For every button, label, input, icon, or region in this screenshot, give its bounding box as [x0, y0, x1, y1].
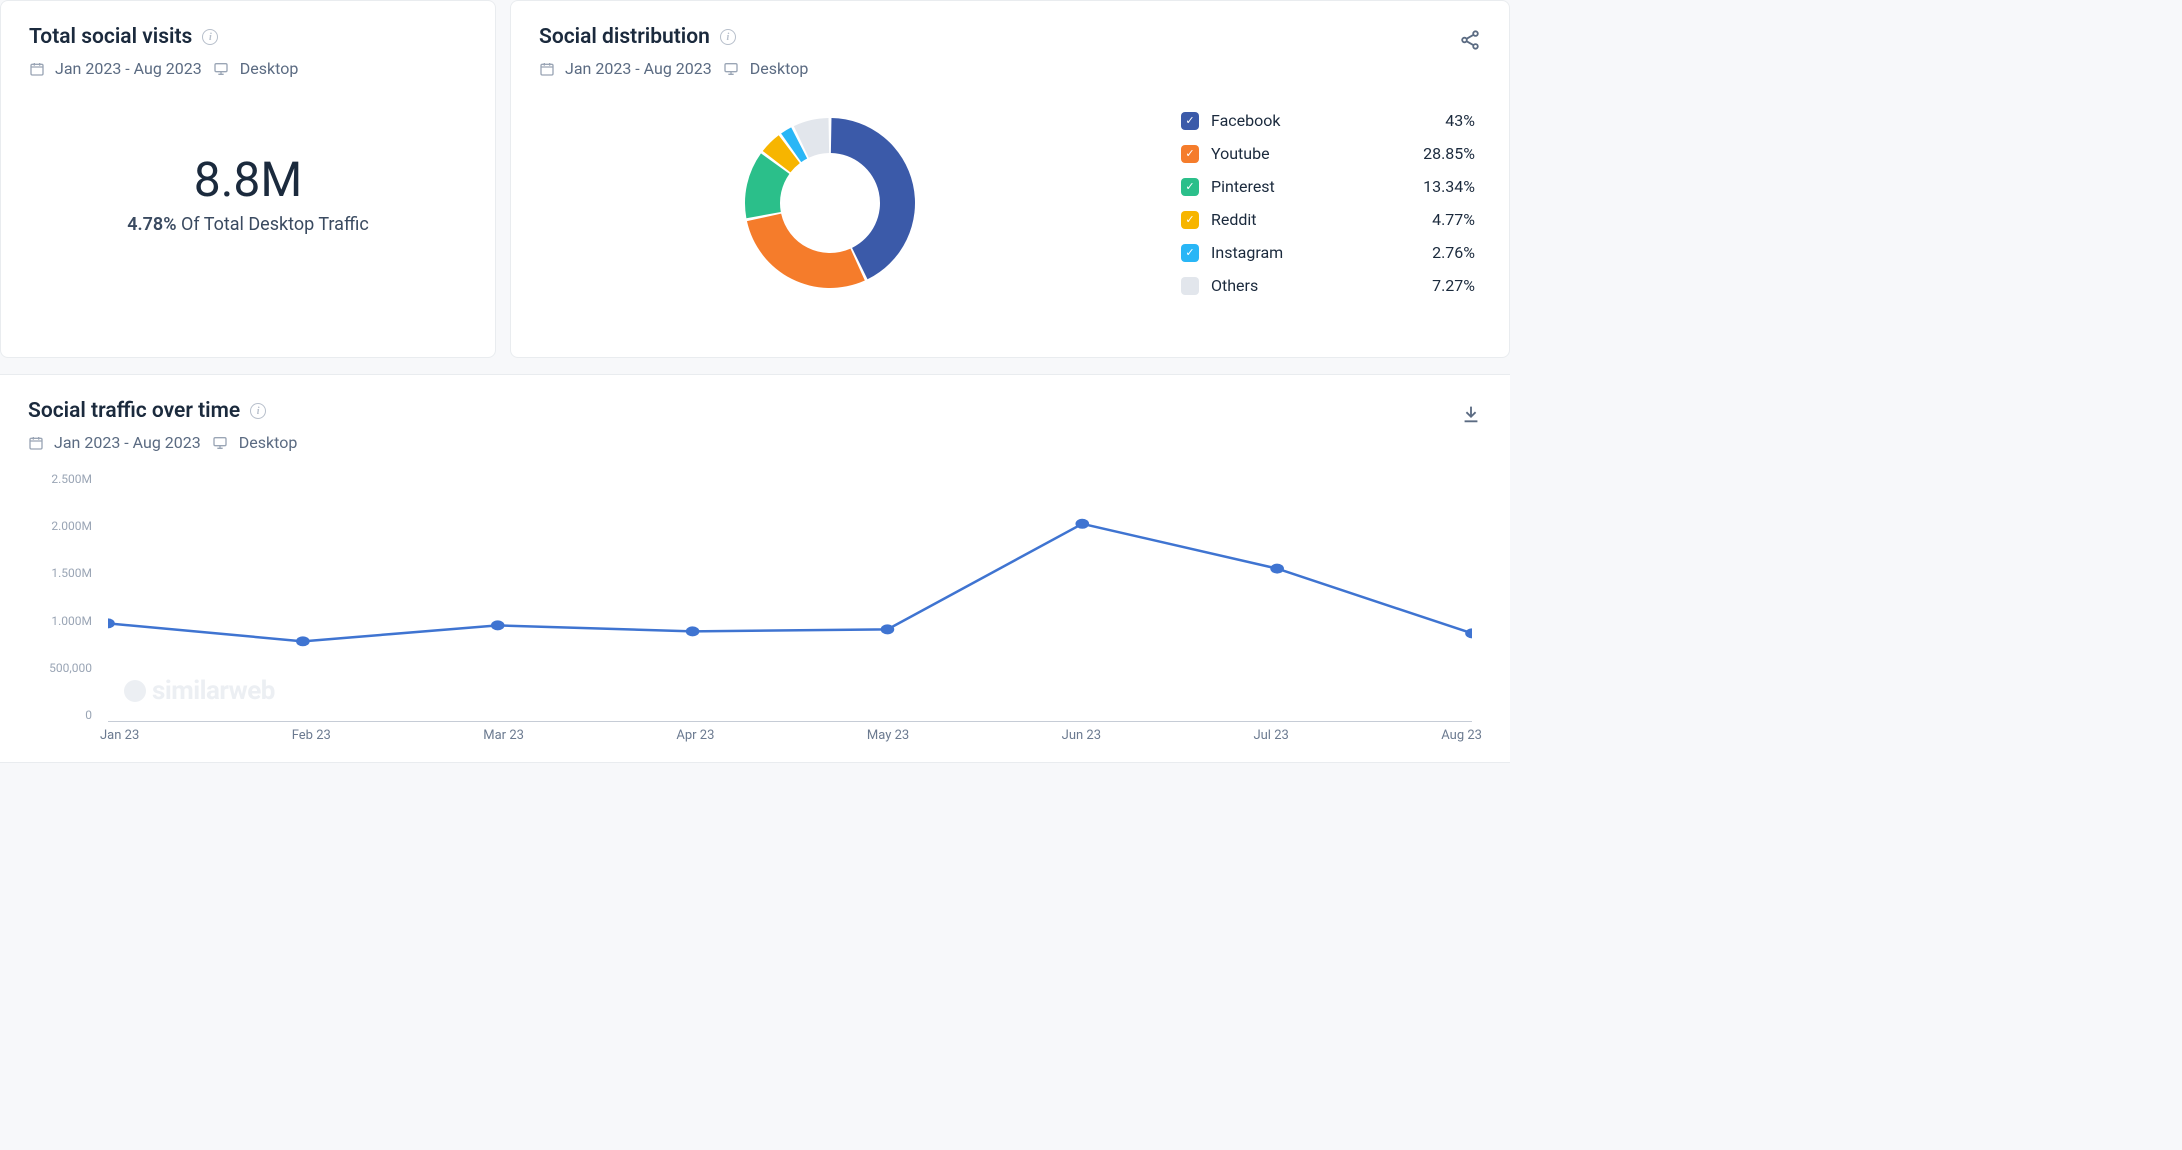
legend-pct: 7.27%	[1432, 276, 1475, 295]
legend-pct: 43%	[1445, 111, 1475, 130]
legend-row[interactable]: ✓ Instagram 2.76%	[1181, 243, 1475, 262]
social-distribution-card: Social distribution i Jan 2023 - Aug 202…	[510, 0, 1510, 358]
watermark-text: similarweb	[152, 676, 275, 706]
card-meta: Jan 2023 - Aug 2023 Desktop	[29, 59, 467, 78]
date-range: Jan 2023 - Aug 2023	[55, 59, 202, 78]
legend-label: Facebook	[1211, 111, 1280, 130]
card-title: Total social visits i	[29, 25, 467, 49]
y-tick: 2.500M	[28, 472, 92, 486]
legend-row[interactable]: ✓ Pinterest 13.34%	[1181, 177, 1475, 196]
line-point[interactable]	[1075, 519, 1089, 529]
card-meta: Jan 2023 - Aug 2023 Desktop	[28, 433, 1482, 452]
legend-swatch: ✓	[1181, 145, 1199, 163]
legend-label: Instagram	[1211, 243, 1283, 262]
x-tick: Mar 23	[483, 728, 524, 752]
x-tick: Feb 23	[292, 728, 331, 752]
card-title: Social distribution i	[539, 25, 1481, 49]
x-tick: May 23	[867, 728, 909, 752]
info-icon[interactable]: i	[202, 29, 218, 45]
total-social-visits-card: Total social visits i Jan 2023 - Aug 202…	[0, 0, 496, 358]
donut-slice[interactable]	[747, 214, 865, 288]
x-tick: Jul 23	[1253, 728, 1288, 752]
card-title-text: Total social visits	[29, 25, 192, 49]
card-title-text: Social distribution	[539, 25, 710, 49]
plot-area	[108, 472, 1472, 722]
info-icon[interactable]: i	[720, 29, 736, 45]
legend-pct: 2.76%	[1432, 243, 1475, 262]
legend-row[interactable]: ✓ Youtube 28.85%	[1181, 144, 1475, 163]
line-point[interactable]	[491, 620, 505, 630]
card-meta: Jan 2023 - Aug 2023 Desktop	[539, 59, 1481, 78]
line-point[interactable]	[296, 636, 310, 646]
legend-label: Youtube	[1211, 144, 1270, 163]
desktop-icon	[722, 61, 740, 77]
line-point[interactable]	[108, 618, 115, 628]
metric-pct: 4.78%	[127, 214, 176, 235]
x-tick: Jan 23	[100, 728, 139, 752]
legend-pct: 28.85%	[1423, 144, 1475, 163]
share-icon[interactable]	[1459, 29, 1481, 51]
y-tick: 2.000M	[28, 519, 92, 533]
device-label: Desktop	[240, 59, 299, 78]
legend-swatch: ✓	[1181, 211, 1199, 229]
desktop-icon	[211, 435, 229, 451]
y-tick: 0	[28, 708, 92, 722]
y-axis: 2.500M 2.000M 1.500M 1.000M 500,000 0	[28, 472, 100, 722]
card-title-text: Social traffic over time	[28, 399, 240, 423]
device-label: Desktop	[750, 59, 809, 78]
distribution-legend: ✓ Facebook 43% ✓ Youtube 28.85% ✓ Pinterest 13.3…	[1181, 111, 1481, 295]
x-tick: Aug 23	[1441, 728, 1482, 752]
x-axis: Jan 23 Feb 23 Mar 23 Apr 23 May 23 Jun 23 Jul …	[100, 728, 1482, 752]
line-point[interactable]	[881, 624, 895, 634]
y-tick: 1.500M	[28, 566, 92, 580]
y-tick: 1.000M	[28, 614, 92, 628]
social-traffic-over-time-card: Social traffic over time i Jan 2023 - Au…	[0, 374, 1510, 763]
watermark: similarweb	[124, 676, 275, 706]
legend-row[interactable]: Others 7.27%	[1181, 276, 1475, 295]
legend-swatch: ✓	[1181, 244, 1199, 262]
calendar-icon	[539, 61, 555, 77]
legend-label: Others	[1211, 276, 1258, 295]
metric-sub-rest: Of Total Desktop Traffic	[176, 214, 368, 235]
legend-row[interactable]: ✓ Facebook 43%	[1181, 111, 1475, 130]
card-title: Social traffic over time i	[28, 399, 1482, 423]
legend-row[interactable]: ✓ Reddit 4.77%	[1181, 210, 1475, 229]
desktop-icon	[212, 61, 230, 77]
line-point[interactable]	[686, 626, 700, 636]
info-icon[interactable]: i	[250, 403, 266, 419]
watermark-logo-icon	[124, 680, 146, 702]
legend-swatch: ✓	[1181, 178, 1199, 196]
date-range: Jan 2023 - Aug 2023	[54, 433, 201, 452]
donut-chart	[539, 108, 1121, 298]
legend-swatch	[1181, 277, 1199, 295]
download-icon[interactable]	[1460, 403, 1482, 425]
line-point[interactable]	[1270, 564, 1284, 574]
calendar-icon	[29, 61, 45, 77]
x-tick: Apr 23	[676, 728, 714, 752]
x-tick: Jun 23	[1062, 728, 1101, 752]
legend-label: Pinterest	[1211, 177, 1275, 196]
device-label: Desktop	[239, 433, 298, 452]
date-range: Jan 2023 - Aug 2023	[565, 59, 712, 78]
metric: 8.8M 4.78% Of Total Desktop Traffic	[29, 78, 467, 308]
y-tick: 500,000	[28, 661, 92, 675]
legend-pct: 4.77%	[1432, 210, 1475, 229]
legend-label: Reddit	[1211, 210, 1257, 229]
line-series	[108, 524, 1472, 642]
legend-pct: 13.34%	[1423, 177, 1475, 196]
calendar-icon	[28, 435, 44, 451]
metric-subtitle: 4.78% Of Total Desktop Traffic	[127, 214, 369, 235]
line-chart: 2.500M 2.000M 1.500M 1.000M 500,000 0 similar…	[28, 472, 1482, 752]
metric-value: 8.8M	[194, 151, 303, 208]
line-point[interactable]	[1465, 628, 1472, 638]
legend-swatch: ✓	[1181, 112, 1199, 130]
